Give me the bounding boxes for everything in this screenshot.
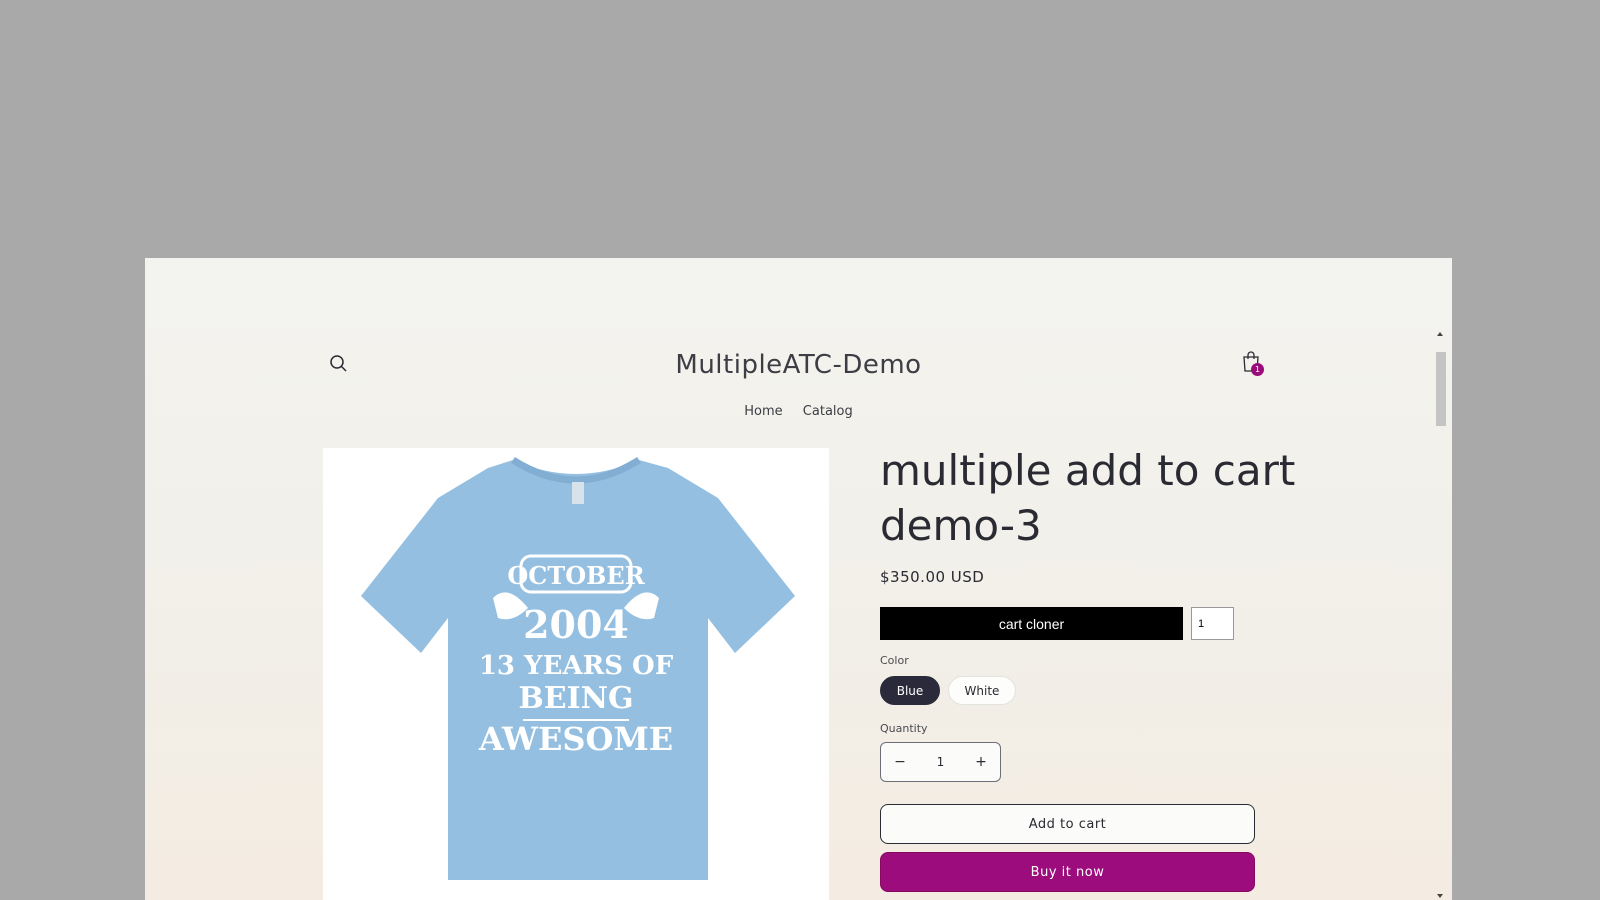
quantity-input[interactable]: 1 [919,743,962,781]
cart-cloner-button[interactable]: cart cloner [880,607,1183,640]
quantity-label: Quantity [880,722,928,735]
tshirt-illustration: OCTOBER 2004 13 YEARS OF BEING AWESOME [361,457,795,880]
top-band [145,258,1452,328]
main-nav: Home Catalog [145,404,1452,419]
quantity-decrease-button[interactable]: − [881,743,919,781]
site-header: MultipleATC-Demo 1 Home Catalog [145,328,1452,438]
tshirt-text-month: OCTOBER [507,561,645,590]
color-option-blue[interactable]: Blue [880,676,940,705]
tshirt-text-being: BEING [518,681,633,716]
quantity-stepper: − 1 + [880,742,1001,782]
nav-item-catalog[interactable]: Catalog [803,404,853,419]
browser-viewport: MultipleATC-Demo 1 Home Catalog OCTOBER … [145,258,1452,900]
cart-button[interactable]: 1 [1239,348,1273,382]
product-title: multiple add to cart demo-3 [880,446,1296,550]
tshirt-text-year: 2004 [523,602,629,647]
product-image[interactable]: OCTOBER 2004 13 YEARS OF BEING AWESOME [323,448,829,900]
color-option-white[interactable]: White [948,676,1016,705]
nav-item-home[interactable]: Home [744,404,782,419]
color-label: Color [880,654,909,667]
product-price: $350.00 USD [880,568,985,586]
scroll-down-arrow-icon[interactable] [1437,894,1443,898]
cart-cloner-qty-input[interactable] [1191,607,1234,640]
cart-count-badge: 1 [1251,363,1264,376]
tshirt-text-years: 13 YEARS OF [479,651,674,681]
add-to-cart-button[interactable]: Add to cart [880,804,1255,844]
quantity-increase-button[interactable]: + [962,743,1000,781]
buy-it-now-button[interactable]: Buy it now [880,852,1255,892]
tshirt-text-awesome: AWESOME [478,720,673,758]
